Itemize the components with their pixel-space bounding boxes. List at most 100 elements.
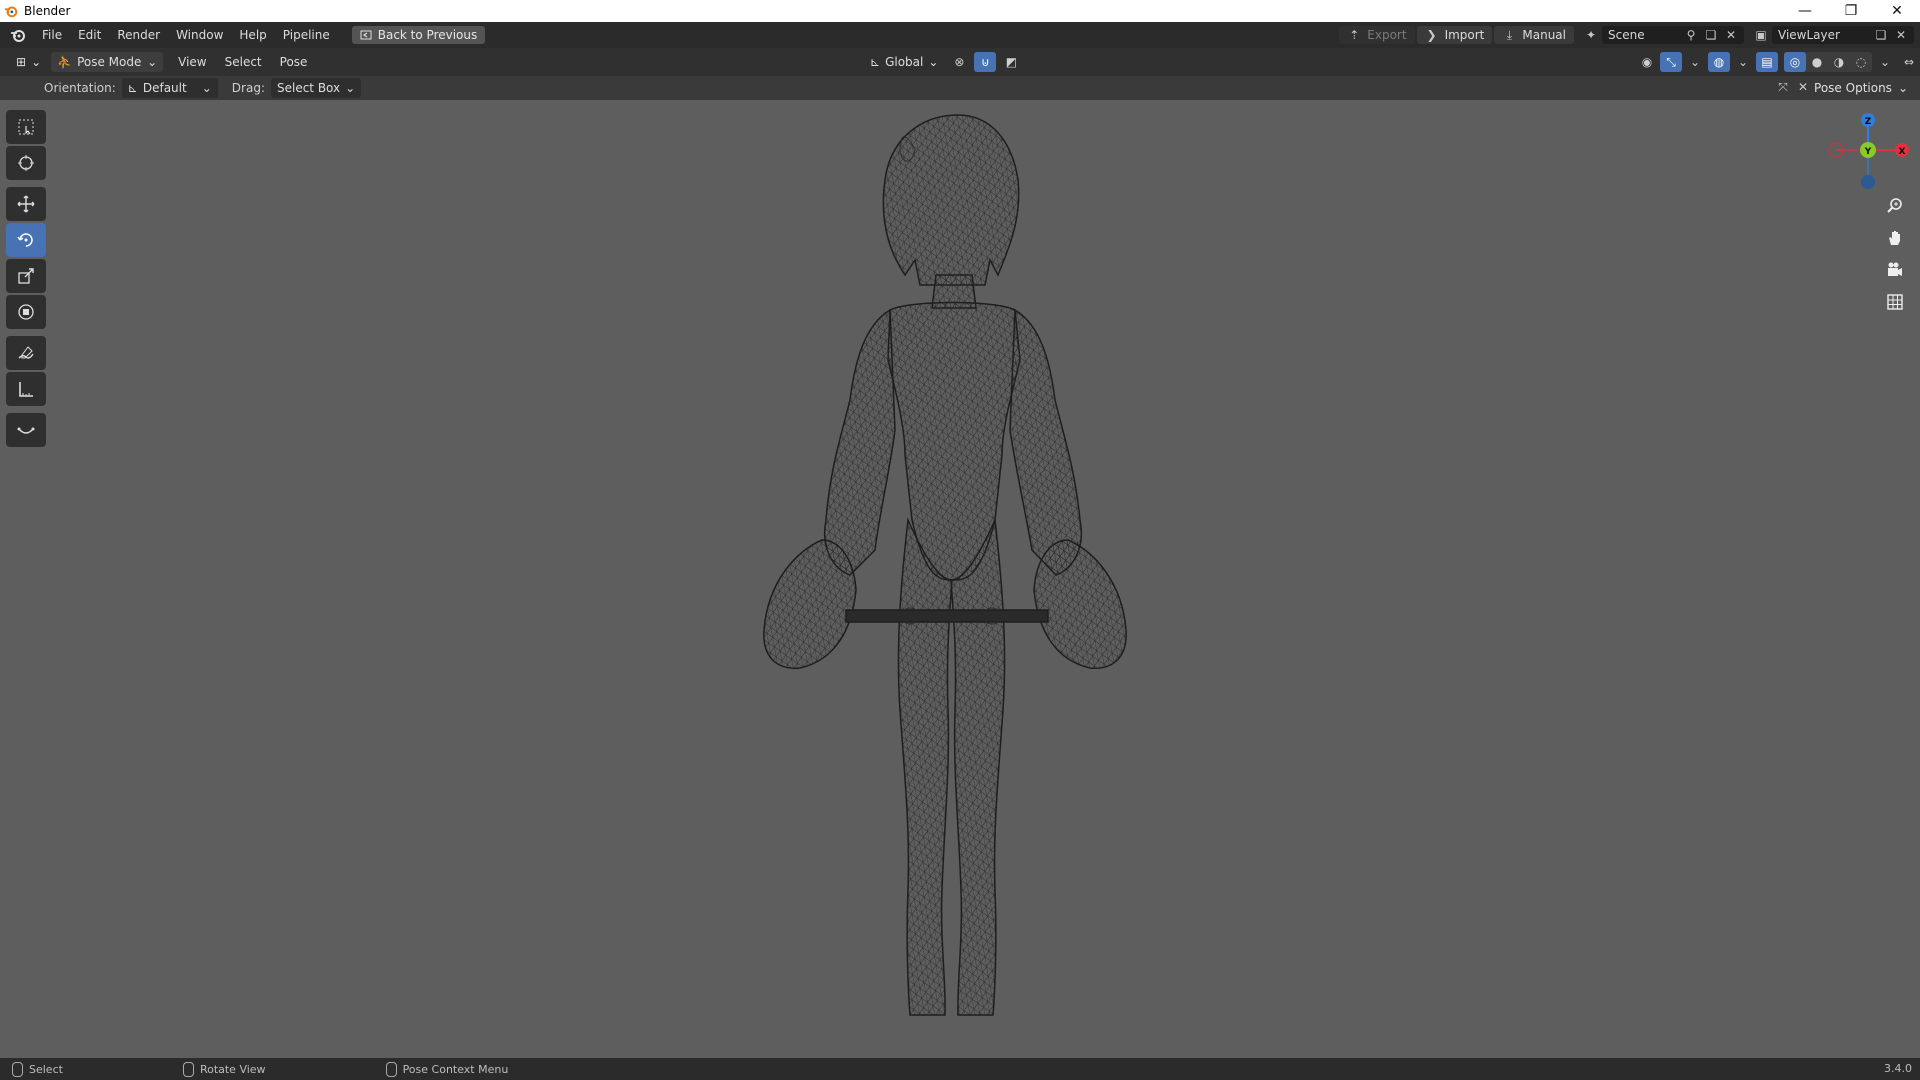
close-window-button[interactable]: ✕ [1874, 0, 1920, 22]
editor-type-icon: ⊞ [16, 55, 27, 69]
tool-measure[interactable] [6, 372, 46, 406]
remove-scene-icon[interactable]: ✕ [1724, 28, 1738, 42]
wireframe-character-mesh[interactable] [740, 110, 1150, 1048]
camera-view-button[interactable] [1882, 257, 1908, 283]
back-to-previous-label: Back to Previous [377, 28, 478, 42]
pivot-point-button[interactable]: ⊗ [948, 52, 970, 72]
export-icon: ⇡ [1349, 28, 1360, 42]
chevron-down-icon: ⌄ [1689, 55, 1701, 69]
mode-dropdown[interactable]: ⛹ Pose Mode ⌄ [51, 52, 164, 72]
overlays-dropdown[interactable]: ⌄ [1732, 52, 1754, 72]
orientation-dropdown[interactable]: ⊾ Default ⌄ [121, 78, 218, 98]
status-select: Select [12, 1061, 63, 1077]
shading-wireframe-button[interactable]: ◎ [1784, 52, 1806, 72]
tool-rotate[interactable] [6, 223, 46, 257]
transform-icon [18, 304, 34, 320]
gizmo-x-label: X [1899, 147, 1906, 157]
status-context-menu: Pose Context Menu [385, 1061, 509, 1077]
tool-annotate[interactable] [6, 336, 46, 370]
menu-view[interactable]: View [169, 55, 215, 69]
viewlayer-selector[interactable]: ViewLayer ❏ ✕ [1772, 26, 1914, 44]
overlays-toggle[interactable]: ◍ [1708, 52, 1730, 72]
tool-transform[interactable] [6, 295, 46, 329]
menu-help[interactable]: Help [231, 28, 274, 42]
status-rotate-view: Rotate View [182, 1061, 266, 1077]
viewlayer-icon[interactable]: ▣ [1754, 28, 1768, 42]
shading-rendered-button[interactable]: ◌ [1850, 52, 1872, 72]
zoom-view-button[interactable] [1882, 193, 1908, 219]
scene-selector[interactable]: Scene ⚲ ❏ ✕ [1602, 26, 1744, 44]
manual-button[interactable]: ⤓ Manual [1494, 26, 1574, 44]
shading-material-button[interactable]: ◑ [1828, 52, 1850, 72]
pose-options-dropdown[interactable]: Pose Options ⌄ [1808, 78, 1914, 98]
menu-edit[interactable]: Edit [70, 28, 109, 42]
transform-orientation-dropdown[interactable]: ⊾ Global ⌄ [864, 52, 944, 72]
visibility-dropdown[interactable]: ◉ [1636, 52, 1658, 72]
wireframe-sphere-icon: ◎ [1789, 55, 1801, 69]
snap-toggle[interactable]: ⊍ [974, 52, 997, 72]
pin-icon[interactable]: ⚲ [1684, 28, 1698, 42]
pose-options-label: Pose Options [1814, 81, 1892, 95]
gizmo-dropdown[interactable]: ⌄ [1684, 52, 1706, 72]
transform-orientation-label: Global [885, 55, 924, 69]
sidebar-toggle[interactable]: ⇔ [1898, 52, 1920, 72]
window-titlebar: Blender — ❐ ✕ [0, 0, 1920, 22]
snap-target-dropdown[interactable]: ◩ [1000, 52, 1022, 72]
scale-icon [18, 268, 34, 284]
blender-menu-icon[interactable] [10, 27, 26, 43]
magnet-icon: ⊍ [981, 55, 990, 69]
chevron-down-icon: ⌄ [31, 55, 42, 69]
window-title: Blender [24, 4, 71, 18]
shading-dropdown[interactable]: ⌄ [1874, 52, 1896, 72]
restore-button[interactable]: ❐ [1828, 0, 1874, 22]
shading-solid-button[interactable]: ● [1806, 52, 1828, 72]
menu-pose[interactable]: Pose [271, 55, 317, 69]
menu-window[interactable]: Window [168, 28, 231, 42]
status-rotate-label: Rotate View [199, 1062, 266, 1076]
menu-file[interactable]: File [34, 28, 70, 42]
snap-target-icon: ◩ [1005, 55, 1018, 69]
annotate-pen-icon [18, 346, 34, 359]
tool-bone-envelope[interactable] [6, 413, 46, 447]
xray-icon: ▤ [1761, 55, 1773, 69]
tool-move[interactable] [6, 187, 46, 221]
tool-scale[interactable] [6, 259, 46, 293]
new-viewlayer-icon[interactable]: ❏ [1874, 28, 1888, 42]
status-context-label: Pose Context Menu [402, 1062, 509, 1076]
new-scene-icon[interactable]: ❏ [1704, 28, 1718, 42]
auto-ik-icon[interactable]: ⤧ [1776, 80, 1790, 94]
top-menubar: File Edit Render Window Help Pipeline Ba… [0, 22, 1920, 48]
expand-arrows-icon: ⇔ [1903, 55, 1915, 69]
neg-z-axis-handle[interactable] [1861, 175, 1875, 189]
viewlayer-name: ViewLayer [1778, 28, 1840, 42]
import-label: Import [1444, 28, 1485, 42]
navigation-gizmo[interactable]: Z Y X [1820, 110, 1910, 200]
chevron-right-icon: ❯ [1426, 28, 1437, 42]
menu-pipeline[interactable]: Pipeline [275, 28, 338, 42]
tool-select-box[interactable] [6, 110, 46, 144]
gizmo-y-label: Y [1864, 147, 1872, 157]
back-to-previous-button[interactable]: Back to Previous [351, 26, 486, 44]
editor-type-dropdown[interactable]: ⊞ ⌄ [10, 52, 47, 72]
chevron-down-icon: ⌄ [147, 55, 158, 69]
gizmo-toggle[interactable]: ⤡ [1660, 52, 1682, 72]
menu-render[interactable]: Render [109, 28, 168, 42]
scene-icon[interactable]: ✦ [1584, 28, 1598, 42]
xray-toggle[interactable]: ▤ [1756, 52, 1778, 72]
drag-dropdown[interactable]: Select Box ⌄ [270, 78, 362, 98]
orientation-axes-icon: ⊾ [127, 81, 138, 95]
scene-name: Scene [1608, 28, 1645, 42]
blender-version: 3.4.0 [1884, 1062, 1912, 1075]
tool-cursor[interactable] [6, 146, 46, 180]
solid-sphere-icon: ● [1811, 55, 1823, 69]
export-button[interactable]: ⇡ Export [1339, 26, 1415, 44]
remove-viewlayer-icon[interactable]: ✕ [1894, 28, 1908, 42]
download-icon: ⤓ [1506, 27, 1513, 42]
minimize-button[interactable]: — [1782, 0, 1828, 22]
zoom-icon [1887, 198, 1902, 213]
import-button[interactable]: ❯ Import [1416, 26, 1493, 44]
menu-select[interactable]: Select [216, 55, 271, 69]
pan-view-button[interactable] [1882, 225, 1908, 251]
toggle-perspective-button[interactable] [1882, 289, 1908, 315]
hand-icon [1889, 231, 1900, 245]
